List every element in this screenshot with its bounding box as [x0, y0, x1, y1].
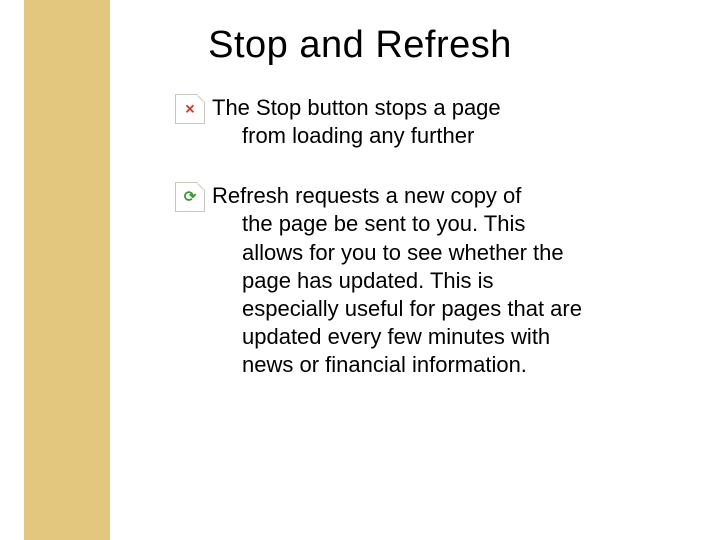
stop-icon: ✕ — [175, 94, 205, 124]
text-line: Refresh requests a new copy of — [178, 182, 588, 210]
x-glyph: ✕ — [183, 102, 198, 117]
text-line: The Stop button stops a page — [178, 94, 588, 122]
slide-body: ✕ The Stop button stops a page from load… — [178, 94, 588, 411]
bullet-item-refresh: ⟳ Refresh requests a new copy of the pag… — [178, 182, 588, 379]
text-rest: the page be sent to you. This allows for… — [178, 210, 588, 379]
refresh-glyph: ⟳ — [183, 190, 198, 205]
sidebar-accent — [24, 0, 110, 540]
slide: Stop and Refresh ✕ The Stop button stops… — [0, 0, 720, 540]
bullet-item-stop: ✕ The Stop button stops a page from load… — [178, 94, 588, 150]
text-rest: from loading any further — [178, 122, 588, 150]
slide-title: Stop and Refresh — [0, 24, 720, 67]
refresh-icon: ⟳ — [175, 182, 205, 212]
bullet-text: The Stop button stops a page from loadin… — [178, 94, 588, 150]
bullet-text: Refresh requests a new copy of the page … — [178, 182, 588, 379]
